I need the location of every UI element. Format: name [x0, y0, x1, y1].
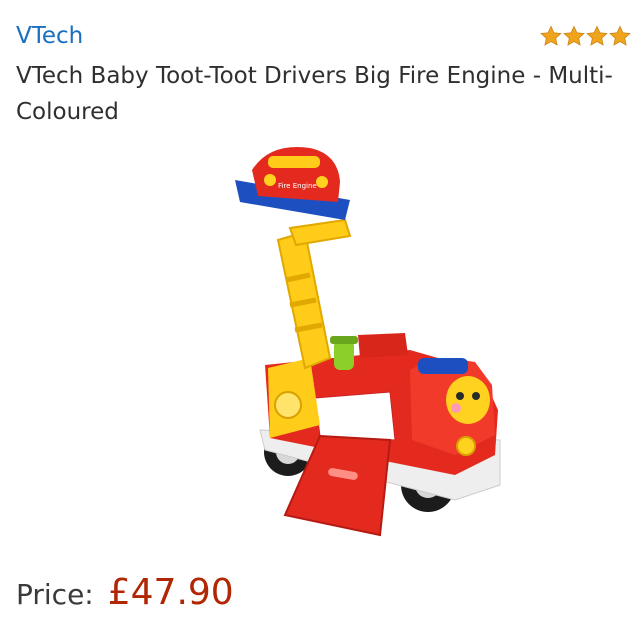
star-icon: [563, 25, 585, 46]
star-icon: [540, 25, 562, 46]
star-icon: [609, 25, 631, 46]
product-image[interactable]: Fire Engine: [230, 140, 520, 540]
star-icon: [586, 25, 608, 46]
rating-stars[interactable]: [540, 20, 631, 52]
brand-link[interactable]: VTech: [16, 20, 83, 52]
price-value: £47.90: [107, 572, 234, 613]
price-label: Price:: [16, 578, 94, 611]
product-title[interactable]: VTech Baby Toot-Toot Drivers Big Fire En…: [16, 58, 640, 130]
price-row: Price: £47.90: [16, 572, 234, 618]
fire-engine-label: Fire Engine: [278, 182, 317, 190]
